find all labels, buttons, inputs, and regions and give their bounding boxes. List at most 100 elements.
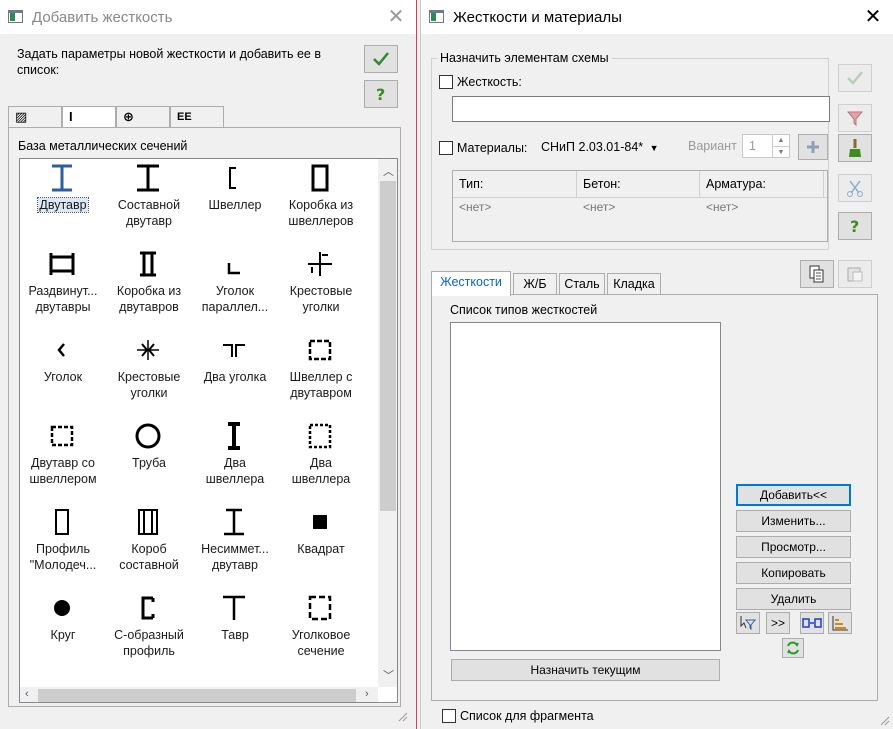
- section-item[interactable]: Труба: [106, 419, 192, 505]
- section-item[interactable]: Короб составной: [106, 505, 192, 591]
- chevron-down-icon: ▼: [649, 143, 659, 153]
- section-label-line: швеллера: [205, 472, 265, 486]
- section-item[interactable]: Несиммет... двутавр: [192, 505, 278, 591]
- question-icon: ?: [850, 217, 859, 235]
- svg-text:?: ?: [376, 85, 385, 103]
- section-item[interactable]: Составной двутавр: [106, 161, 192, 247]
- section-label-line: уголки: [130, 386, 168, 400]
- section-label-line: двутавром: [290, 386, 352, 400]
- section-label-line: Двутавр со: [30, 456, 96, 470]
- stiffness-types-list[interactable]: [450, 322, 721, 651]
- resize-grip-icon[interactable]: [878, 714, 890, 726]
- assign-confirm-button[interactable]: [838, 64, 872, 92]
- tab-plate-sections[interactable]: ▨: [8, 106, 62, 128]
- section-item[interactable]: Коробка из двутавров: [106, 247, 192, 333]
- section-item[interactable]: Уголковое сечение: [278, 591, 364, 677]
- stepper-up-icon[interactable]: ▲: [772, 135, 789, 146]
- section-item[interactable]: Два уголка: [192, 333, 278, 419]
- brush-button[interactable]: [838, 134, 872, 162]
- resize-grip-icon[interactable]: [396, 710, 408, 722]
- section-item[interactable]: Уголок параллел...: [192, 247, 278, 333]
- section-item[interactable]: С-образный профиль: [106, 591, 192, 677]
- tab-stiffness[interactable]: Жесткости: [431, 271, 511, 296]
- confirm-add-button[interactable]: [364, 45, 398, 73]
- horizontal-scroll-thumb[interactable]: [38, 689, 356, 702]
- scroll-right-icon[interactable]: ›: [365, 688, 369, 700]
- section-item[interactable]: Два швеллера: [192, 419, 278, 505]
- section-item[interactable]: Швеллер с двутавром: [278, 333, 364, 419]
- add-button[interactable]: Добавить<<: [736, 484, 851, 506]
- spread-i-beams-icon: [49, 253, 75, 275]
- add-variant-button[interactable]: [798, 134, 828, 160]
- svg-text:?: ?: [850, 217, 859, 235]
- left-close-button[interactable]: ✕: [382, 4, 410, 30]
- view-button[interactable]: Просмотр...: [736, 536, 851, 558]
- question-icon: ?: [376, 85, 385, 103]
- section-item[interactable]: Круг: [20, 591, 106, 677]
- refresh-button[interactable]: [782, 638, 804, 658]
- section-label-line: двутавры: [35, 300, 91, 314]
- fragment-checkbox[interactable]: [442, 709, 456, 723]
- pipe-icon: [135, 423, 161, 449]
- section-item[interactable]: Коробка из швеллеров: [278, 161, 364, 247]
- section-item[interactable]: Уголок: [20, 333, 106, 419]
- right-window-title: Жесткости и материалы: [453, 9, 622, 26]
- section-label-line: Двутавр: [37, 197, 89, 213]
- vertical-scroll-thumb[interactable]: [380, 181, 396, 511]
- section-label-line: Коробка из: [288, 198, 354, 212]
- stepper-down-icon[interactable]: ▼: [772, 146, 789, 157]
- sort-button[interactable]: [828, 612, 852, 634]
- stiffness-field[interactable]: [452, 96, 830, 122]
- grid-circle-icon: ⊕: [123, 109, 134, 124]
- materials-checkbox[interactable]: [439, 141, 453, 155]
- section-item[interactable]: Крестовые уголки: [106, 333, 192, 419]
- copy-list-button[interactable]: [800, 260, 834, 288]
- tab-composite-sections[interactable]: ΕΕ: [170, 106, 224, 128]
- built-up-i-beam-icon: [137, 164, 159, 192]
- section-label-line: сечение: [297, 644, 345, 658]
- variant-stepper[interactable]: 1 ▲ ▼: [742, 134, 790, 158]
- scroll-down-icon[interactable]: ﹀: [383, 667, 394, 683]
- tab-rebar-sections[interactable]: ⊕: [116, 106, 170, 128]
- tab-steel[interactable]: Сталь: [559, 273, 605, 295]
- section-item[interactable]: Профиль "Молодеч...: [20, 505, 106, 591]
- section-label: Круг: [20, 627, 106, 643]
- metal-sections-panel: База металлических сечений Двутавр Состав…: [8, 127, 401, 707]
- section-label: Два уголка: [192, 369, 278, 385]
- edit-button[interactable]: Изменить...: [736, 510, 851, 532]
- checkmark-icon: [847, 71, 863, 85]
- select-filter-button[interactable]: [736, 612, 760, 634]
- section-label: Коробка из двутавров: [106, 283, 192, 315]
- copy-button[interactable]: Копировать: [736, 562, 851, 584]
- stiffness-checkbox[interactable]: [439, 75, 453, 89]
- delete-button[interactable]: Удалить: [736, 588, 851, 610]
- assign-current-button[interactable]: Назначить текущим: [451, 659, 720, 681]
- paste-list-button[interactable]: [838, 260, 872, 288]
- expand-button[interactable]: >>: [766, 612, 790, 634]
- section-item[interactable]: Крестовые уголки: [278, 247, 364, 333]
- left-help-button[interactable]: ?: [364, 80, 398, 108]
- cut-button[interactable]: [838, 174, 872, 202]
- section-item[interactable]: Швеллер: [192, 161, 278, 247]
- scroll-up-icon[interactable]: ︿: [383, 163, 394, 179]
- section-item[interactable]: Двутавр: [20, 161, 106, 247]
- vertical-scrollbar[interactable]: ︿ ﹀: [378, 159, 397, 687]
- section-label: Уголковое сечение: [278, 627, 364, 659]
- filter-button[interactable]: [838, 104, 872, 132]
- swap-button[interactable]: [800, 612, 824, 634]
- section-label: Швеллер с двутавром: [278, 369, 364, 401]
- scissors-icon: [847, 180, 863, 197]
- section-item[interactable]: Раздвинут... двутавры: [20, 247, 106, 333]
- right-help-button[interactable]: ?: [838, 212, 872, 240]
- scroll-left-icon[interactable]: ‹: [25, 688, 29, 700]
- tab-metal-sections[interactable]: I: [62, 106, 116, 129]
- section-item[interactable]: Двутавр со швеллером: [20, 419, 106, 505]
- section-item[interactable]: Квадрат: [278, 505, 364, 591]
- tab-reinforced-concrete[interactable]: Ж/Б: [513, 273, 557, 295]
- horizontal-scrollbar[interactable]: ‹ ›: [20, 687, 378, 702]
- right-close-button[interactable]: ✕: [859, 4, 887, 30]
- section-item[interactable]: Два швеллера: [278, 419, 364, 505]
- tab-masonry[interactable]: Кладка: [607, 273, 661, 295]
- norm-dropdown[interactable]: СНиП 2.03.01-84* ▼: [541, 140, 659, 154]
- section-item[interactable]: Тавр: [192, 591, 278, 677]
